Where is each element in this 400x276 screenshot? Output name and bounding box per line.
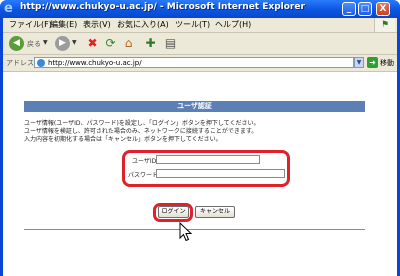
- menu-edit[interactable]: 編集(E): [50, 19, 77, 30]
- login-button[interactable]: ログイン: [158, 206, 189, 218]
- instruction-line: 入力内容を初期化する場合は「キャンセル」ボタンを押下してください。: [24, 136, 222, 143]
- browser-window: e http://www.chukyo-u.ac.jp/ - Microsoft…: [0, 0, 400, 276]
- back-label[interactable]: 戻る: [27, 39, 41, 49]
- menu-bar: ファイル(F) 編集(E) 表示(V) お気に入り(A) ツール(T) ヘルプ(…: [3, 18, 397, 33]
- stop-icon[interactable]: ✖: [85, 36, 100, 51]
- address-url[interactable]: http://www.chukyo-u.ac.jp/: [48, 58, 142, 68]
- print-icon[interactable]: ▤: [163, 36, 178, 51]
- page-icon: [37, 59, 45, 67]
- divider: [24, 229, 365, 230]
- page-heading: ユーザ認証: [24, 101, 365, 112]
- userid-label: ユーザID: [132, 158, 157, 165]
- windows-logo-icon: ⚑: [374, 18, 395, 32]
- title-bar[interactable]: e http://www.chukyo-u.ac.jp/ - Microsoft…: [0, 0, 400, 18]
- forward-arrow-icon[interactable]: ▶: [55, 36, 70, 51]
- page-content: ユーザ認証 ユーザ情報(ユーザID、パスワード)を設定し、「ログイン」ボタンを押…: [3, 72, 397, 276]
- menu-favorites[interactable]: お気に入り(A): [117, 19, 169, 30]
- favorites-icon[interactable]: ✚: [143, 36, 158, 51]
- refresh-icon[interactable]: ⟳: [103, 36, 118, 51]
- instruction-line: ユーザ情報を検証し、許可された場合のみ、ネットワークに接続することができます。: [24, 128, 258, 135]
- toolbar: ◀ 戻る ▼ ▶ ▼ ✖ ⟳ ⌂ ✚ ▤: [3, 33, 397, 55]
- window-title: http://www.chukyo-u.ac.jp/ - Microsoft I…: [20, 2, 305, 12]
- instruction-line: ユーザ情報(ユーザID、パスワード)を設定し、「ログイン」ボタンを押下してくださ…: [24, 120, 260, 127]
- userid-input[interactable]: [156, 155, 260, 164]
- address-bar: アドレス(D) http://www.chukyo-u.ac.jp/ ▼ ➜ 移…: [3, 55, 397, 72]
- instructions: ユーザ情報(ユーザID、パスワード)を設定し、「ログイン」ボタンを押下してくださ…: [24, 120, 369, 144]
- close-button[interactable]: X: [376, 2, 390, 16]
- home-icon[interactable]: ⌂: [121, 36, 136, 51]
- back-arrow-icon[interactable]: ◀: [9, 36, 24, 51]
- cancel-button[interactable]: キャンセル: [195, 206, 235, 218]
- menu-view[interactable]: 表示(V): [83, 19, 111, 30]
- address-dropdown-icon[interactable]: ▼: [354, 57, 364, 68]
- address-input[interactable]: http://www.chukyo-u.ac.jp/: [34, 57, 354, 68]
- browser-frame: ファイル(F) 編集(E) 表示(V) お気に入り(A) ツール(T) ヘルプ(…: [3, 18, 397, 276]
- mouse-cursor-icon: [179, 222, 193, 242]
- password-input[interactable]: [156, 169, 285, 178]
- maximize-button[interactable]: □: [358, 2, 372, 16]
- back-dropdown-icon[interactable]: ▼: [43, 39, 48, 46]
- go-button[interactable]: 移動: [380, 58, 394, 68]
- menu-file[interactable]: ファイル(F): [9, 19, 52, 30]
- menu-tools[interactable]: ツール(T): [175, 19, 210, 30]
- forward-dropdown-icon[interactable]: ▼: [72, 39, 77, 46]
- minimize-button[interactable]: _: [342, 2, 356, 16]
- internet-explorer-icon: e: [4, 1, 13, 16]
- password-label: パスワード: [128, 172, 159, 179]
- go-arrow-icon[interactable]: ➜: [367, 57, 378, 68]
- menu-help[interactable]: ヘルプ(H): [215, 19, 251, 30]
